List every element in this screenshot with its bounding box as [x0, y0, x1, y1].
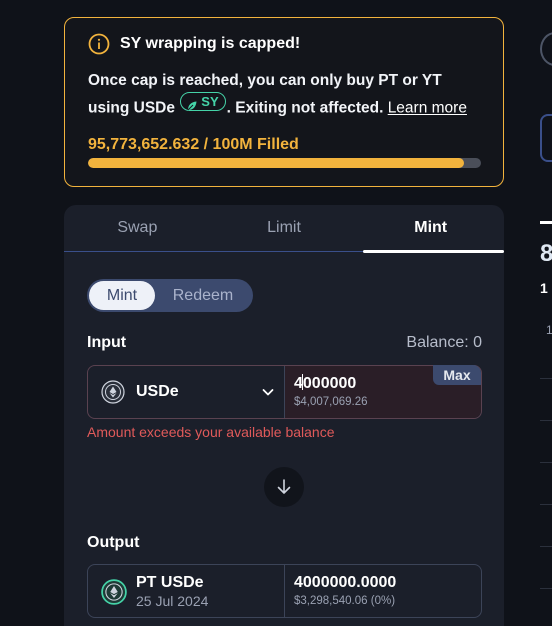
- peek-divider: [540, 420, 552, 421]
- leaf-icon: [186, 96, 198, 110]
- tab-mint[interactable]: Mint: [357, 205, 504, 253]
- max-button[interactable]: Max: [433, 365, 481, 385]
- notice-header: SY wrapping is capped!: [88, 32, 481, 56]
- cap-notice: SY wrapping is capped! Once cap is reach…: [64, 17, 504, 187]
- redeem-mode-button[interactable]: Redeem: [155, 281, 251, 310]
- mint-mode-button[interactable]: Mint: [89, 281, 155, 310]
- usde-token-icon: [101, 380, 125, 404]
- peek-divider: [540, 504, 552, 505]
- sy-label: SY: [201, 94, 219, 109]
- peek-divider: [540, 588, 552, 589]
- notice-title: SY wrapping is capped!: [120, 35, 301, 52]
- input-label: Input: [87, 334, 127, 351]
- tab-swap[interactable]: Swap: [64, 205, 211, 251]
- peek-box: [540, 114, 552, 162]
- notice-body: Once cap is reached, you can only buy PT…: [88, 69, 481, 120]
- trade-panel: Swap Limit Mint Mint Redeem Input Balanc…: [64, 205, 504, 626]
- output-token-info: PT USDe 25 Jul 2024: [88, 565, 285, 617]
- input-token-name: USDe: [136, 383, 179, 400]
- output-box: PT USDe 25 Jul 2024 4000000.0000 $3,298,…: [87, 564, 482, 618]
- input-amount-part-2: 000000: [302, 375, 357, 392]
- output-token-name: PT USDe: [136, 573, 204, 591]
- peek-small-value: 1: [540, 280, 548, 296]
- trade-tabs: Swap Limit Mint: [64, 205, 504, 253]
- input-amount-field[interactable]: 4000000 $4,007,069.26 Max: [285, 365, 481, 418]
- arrow-down-icon: [274, 477, 294, 497]
- output-amount-value: 4000000.0000: [294, 574, 397, 591]
- output-amount-field: 4000000.0000 $3,298,540.06 (0%): [285, 565, 481, 617]
- mint-redeem-toggle: Mint Redeem: [87, 279, 253, 312]
- cap-filled-text: 95,773,652.632 / 100M Filled: [88, 135, 299, 153]
- right-panel-peek: 8 1 1: [540, 0, 552, 626]
- chevron-down-icon: [261, 385, 275, 399]
- peek-round-button[interactable]: [540, 32, 552, 66]
- sy-token-pill: SY: [180, 92, 226, 111]
- output-token-text: PT USDe 25 Jul 2024: [136, 574, 208, 609]
- input-token-selector[interactable]: USDe: [88, 366, 285, 418]
- peek-active-tab-indicator: [540, 221, 552, 224]
- output-amount-usd: $3,298,540.06 (0%): [294, 595, 396, 607]
- info-icon: [88, 33, 110, 55]
- cap-progress-bar: [88, 157, 481, 168]
- swap-direction-button[interactable]: [264, 467, 304, 507]
- peek-divider: [540, 462, 552, 463]
- input-balance: Balance: 0: [406, 334, 482, 351]
- learn-more-link[interactable]: Learn more: [388, 100, 467, 117]
- peek-tiny-value: 1: [546, 323, 552, 337]
- peek-divider: [540, 546, 552, 547]
- peek-big-value: 8: [540, 240, 552, 267]
- balance-error-message: Amount exceeds your available balance: [87, 424, 335, 440]
- output-maturity-date: 25 Jul 2024: [136, 592, 209, 609]
- peek-divider: [540, 378, 552, 379]
- notice-body-text-2: . Exiting not affected.: [226, 99, 384, 117]
- pt-usde-token-icon: [101, 579, 127, 605]
- input-amount-usd: $4,007,069.26: [294, 396, 368, 408]
- tab-limit[interactable]: Limit: [211, 205, 358, 251]
- output-label: Output: [87, 534, 140, 551]
- cap-progress-fill: [88, 157, 465, 168]
- input-box: USDe 4000000 $4,007,069.26 Max: [87, 365, 482, 419]
